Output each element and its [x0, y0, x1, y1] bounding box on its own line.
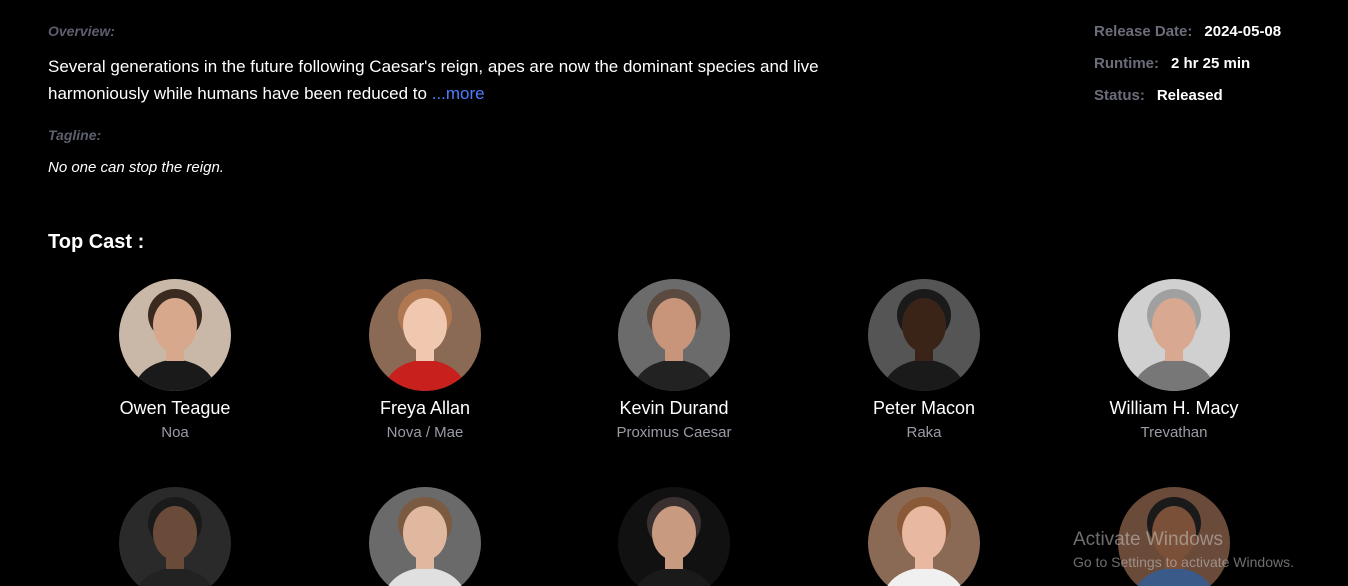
- cast-character: Proximus Caesar: [616, 424, 732, 441]
- overview-text: Several generations in the future follow…: [48, 53, 898, 107]
- cast-photo[interactable]: [369, 279, 481, 391]
- cast-photo[interactable]: [369, 487, 481, 586]
- cast-card[interactable]: [824, 487, 1024, 586]
- cast-name: Freya Allan: [379, 398, 471, 418]
- cast-photo[interactable]: [618, 279, 730, 391]
- read-more-link[interactable]: ...more: [432, 84, 485, 103]
- release-date-row: Release Date: 2024-05-08: [1094, 23, 1281, 55]
- runtime-label: Runtime:: [1094, 55, 1159, 72]
- tagline-text: No one can stop the reign.: [48, 159, 224, 176]
- cast-photo[interactable]: [868, 279, 980, 391]
- runtime-value: 2 hr 25 min: [1171, 55, 1251, 72]
- cast-character: Noa: [161, 424, 189, 441]
- cast-card[interactable]: William H. Macy Trevathan: [1074, 279, 1274, 443]
- cast-character: Nova / Mae: [386, 424, 464, 441]
- cast-photo[interactable]: [119, 487, 231, 586]
- tagline-label: Tagline:: [48, 127, 102, 143]
- cast-card[interactable]: [574, 487, 774, 586]
- cast-name: Owen Teague: [119, 398, 231, 418]
- release-date-label: Release Date:: [1094, 23, 1193, 40]
- movie-details-page: Overview: Several generations in the fut…: [0, 0, 1348, 586]
- overview-label: Overview:: [48, 23, 115, 39]
- cast-name: William H. Macy: [1109, 398, 1239, 418]
- cast-photo[interactable]: [119, 279, 231, 391]
- status-row: Status: Released: [1094, 87, 1281, 119]
- cast-photo[interactable]: [868, 487, 980, 586]
- cast-character: Trevathan: [1140, 424, 1208, 441]
- cast-photo[interactable]: [1118, 279, 1230, 391]
- cast-card[interactable]: [75, 487, 275, 586]
- release-date-value: 2024-05-08: [1204, 23, 1282, 40]
- runtime-row: Runtime: 2 hr 25 min: [1094, 55, 1281, 87]
- status-value: Released: [1156, 87, 1223, 104]
- cast-card[interactable]: Peter Macon Raka: [824, 279, 1024, 443]
- cast-card[interactable]: Owen Teague Noa: [75, 279, 275, 443]
- cast-name: Kevin Durand: [619, 398, 729, 418]
- cast-character: Raka: [906, 424, 942, 441]
- movie-meta: Release Date: 2024-05-08 Runtime: 2 hr 2…: [1094, 23, 1281, 119]
- watermark-title: Activate Windows: [1073, 529, 1223, 550]
- cast-photo[interactable]: [618, 487, 730, 586]
- cast-card[interactable]: Kevin Durand Proximus Caesar: [574, 279, 774, 443]
- cast-card[interactable]: Freya Allan Nova / Mae: [325, 279, 525, 443]
- status-label: Status:: [1094, 87, 1145, 104]
- cast-card[interactable]: [325, 487, 525, 586]
- activate-windows-watermark: Activate Windows Go to Settings to activ…: [1073, 529, 1294, 571]
- cast-name: Peter Macon: [872, 398, 976, 418]
- top-cast-title: Top Cast :: [48, 231, 145, 253]
- watermark-subtitle: Go to Settings to activate Windows.: [1073, 554, 1294, 570]
